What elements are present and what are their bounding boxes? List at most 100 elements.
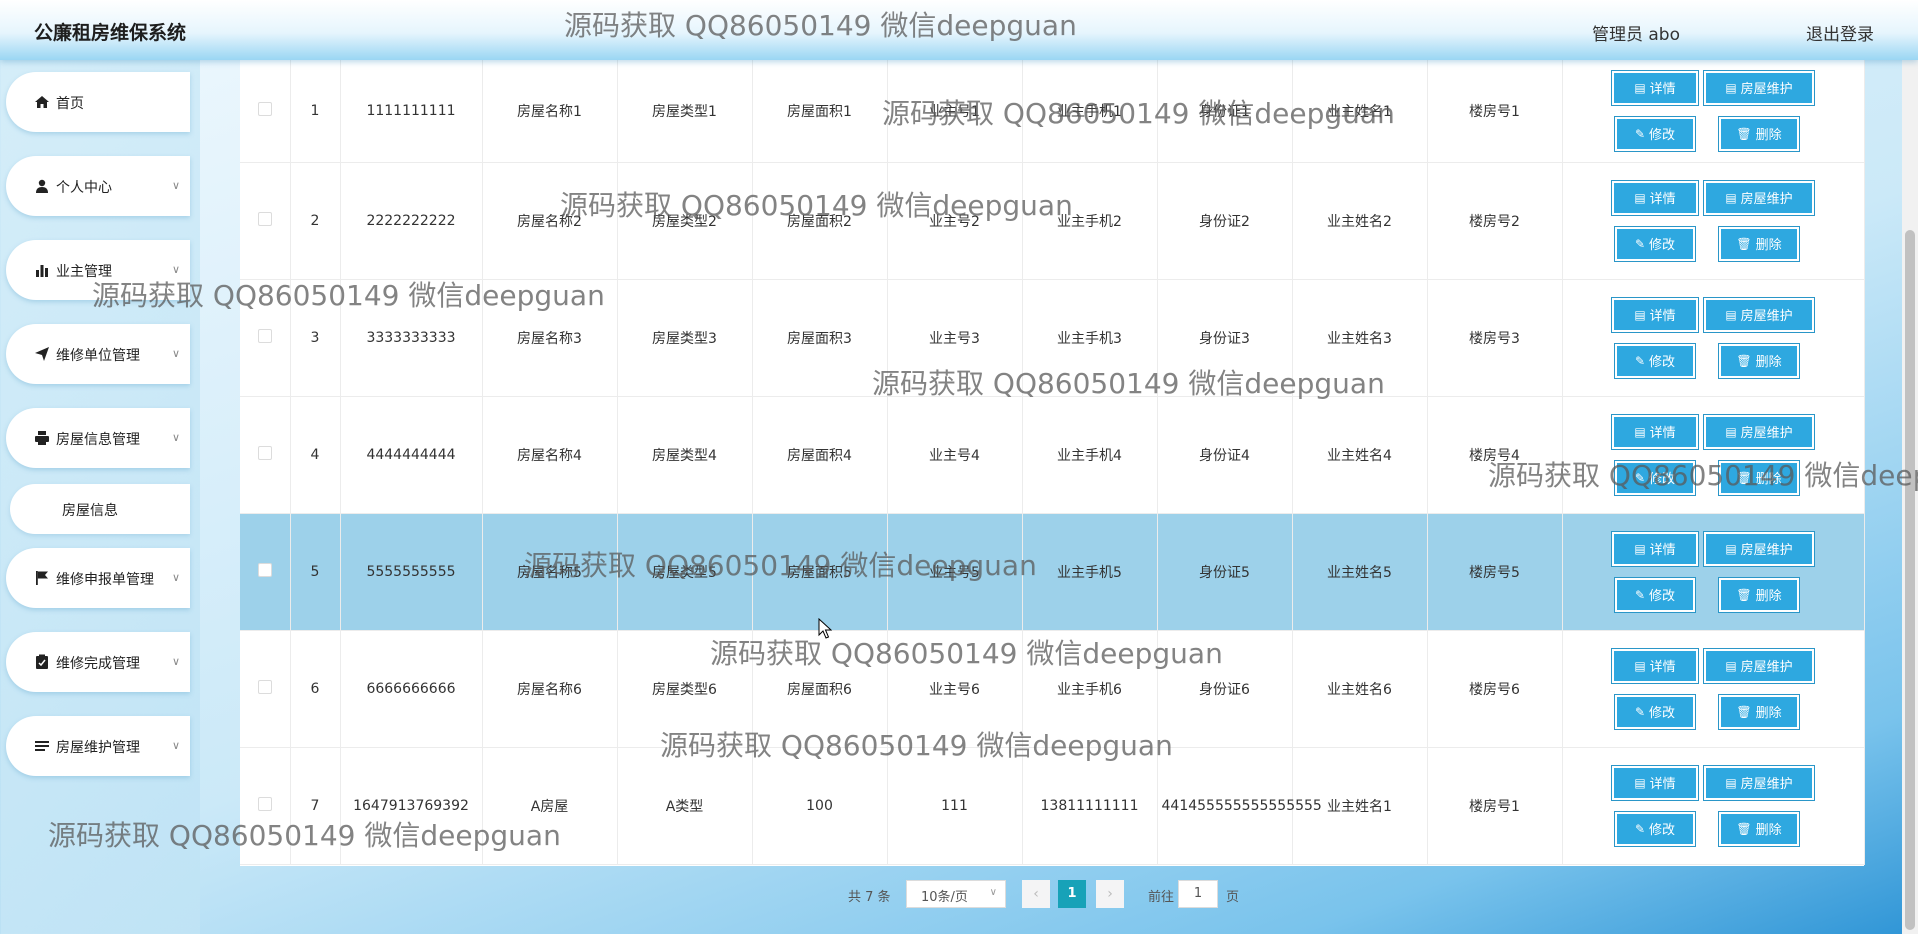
cell-id-card: 身份证5 [1157, 513, 1293, 631]
delete-button[interactable]: 🗑 删除 [1718, 693, 1800, 730]
detail-button[interactable]: ▤ 详情 [1611, 179, 1699, 216]
row-checkbox[interactable] [257, 328, 272, 343]
cell-owner-name: 业主姓名2 [1292, 162, 1428, 280]
submenu-item-house-info[interactable]: 房屋信息 [10, 484, 190, 534]
cell-building: 楼房号1 [1427, 60, 1563, 163]
house-maintenance-button[interactable]: ▤ 房屋维护 [1703, 764, 1815, 801]
document-icon: ▤ [1634, 307, 1646, 322]
cell-type: A类型 [617, 747, 753, 865]
sidebar-item-personal-center[interactable]: 个人中心 ∨ [6, 156, 190, 216]
document-icon: ▤ [1725, 541, 1737, 556]
row-checkbox[interactable] [257, 445, 272, 460]
detail-button[interactable]: ▤ 详情 [1611, 413, 1699, 450]
cell-code: 3333333333 [340, 279, 483, 397]
sidebar-item-home[interactable]: 首页 [6, 72, 190, 132]
page-number-active[interactable]: 1 [1058, 880, 1086, 908]
cell-owner-name: 业主姓名1 [1292, 60, 1428, 163]
delete-button-label: 删除 [1755, 238, 1782, 253]
edit-button[interactable]: ✎ 修改 [1614, 576, 1696, 613]
detail-button[interactable]: ▤ 详情 [1611, 764, 1699, 801]
delete-button[interactable]: 🗑 删除 [1718, 810, 1800, 847]
sidebar-item-repair-completion-management[interactable]: 维修完成管理 ∨ [6, 632, 190, 692]
mouse-cursor-icon [818, 618, 832, 639]
house-maintenance-button[interactable]: ▤ 房屋维护 [1703, 69, 1815, 106]
row-checkbox-cell [240, 60, 291, 163]
delete-button[interactable]: 🗑 删除 [1718, 225, 1800, 262]
sidebar-item-label: 房屋维护管理 [56, 740, 140, 756]
table-row[interactable]: 2 2222222222 房屋名称2 房屋类型2 房屋面积2 业主号2 业主手机2 身份证2 业… [240, 162, 1865, 280]
delete-button[interactable]: 🗑 删除 [1718, 576, 1800, 613]
cell-code: 1647913769392 [340, 747, 483, 865]
house-maintenance-button[interactable]: ▤ 房屋维护 [1703, 179, 1815, 216]
printer-icon [35, 431, 49, 445]
cell-name: 房屋名称4 [482, 396, 618, 514]
row-actions: ▤ 详情 ▤ 房屋维护 ✎ 修改 🗑 删除 [1562, 396, 1865, 514]
cell-building: 楼房号2 [1427, 162, 1563, 280]
document-icon: ▤ [1634, 541, 1646, 556]
row-checkbox[interactable] [257, 211, 272, 226]
trash-icon: 🗑 [1736, 587, 1752, 602]
edit-button[interactable]: ✎ 修改 [1614, 693, 1696, 730]
delete-button[interactable]: 🗑 删除 [1718, 342, 1800, 379]
page-scrollbar[interactable] [1902, 60, 1918, 934]
row-checkbox[interactable] [257, 562, 272, 577]
goto-page-input[interactable]: 1 [1178, 880, 1218, 908]
table-row[interactable]: 6 6666666666 房屋名称6 房屋类型6 房屋面积6 业主号6 业主手机6 身份证6 业… [240, 630, 1865, 748]
sidebar-item-house-info-management[interactable]: 房屋信息管理 ∨ [6, 408, 190, 468]
delete-button[interactable]: 🗑 删除 [1718, 459, 1800, 496]
scrollbar-thumb[interactable] [1905, 230, 1915, 930]
detail-button[interactable]: ▤ 详情 [1611, 296, 1699, 333]
sidebar-item-repair-unit-management[interactable]: 维修单位管理 ∨ [6, 324, 190, 384]
sidebar-item-owner-management[interactable]: 业主管理 ∨ [6, 240, 190, 300]
sidebar-item-repair-report-management[interactable]: 维修申报单管理 ∨ [6, 548, 190, 608]
table-row[interactable]: 7 1647913769392 A房屋 A类型 100 111 13811111111 441… [240, 747, 1865, 865]
sidebar-item-house-maintenance-management[interactable]: 房屋维护管理 ∨ [6, 716, 190, 776]
edit-button[interactable]: ✎ 修改 [1614, 225, 1696, 262]
row-checkbox[interactable] [257, 101, 272, 116]
cell-type: 房屋类型2 [617, 162, 753, 280]
edit-button-label: 修改 [1649, 128, 1676, 144]
row-checkbox-cell [240, 513, 291, 631]
cell-id-card: 身份证6 [1157, 630, 1293, 748]
edit-button[interactable]: ✎ 修改 [1614, 459, 1696, 496]
next-page-button[interactable]: › [1096, 880, 1124, 908]
house-maintenance-button[interactable]: ▤ 房屋维护 [1703, 530, 1815, 567]
cell-owner-no: 业主号2 [887, 162, 1023, 280]
table-row[interactable]: 5 5555555555 房屋名称5 房屋类型5 房屋面积5 业主号5 业主手机5 身份证5 业… [240, 513, 1865, 631]
detail-button[interactable]: ▤ 详情 [1611, 530, 1699, 567]
delete-button[interactable]: 🗑 删除 [1718, 115, 1800, 152]
cell-code: 2222222222 [340, 162, 483, 280]
edit-button-label: 修改 [1649, 823, 1676, 838]
house-maintenance-button[interactable]: ▤ 房屋维护 [1703, 647, 1815, 684]
prev-page-button[interactable]: ‹ [1022, 880, 1050, 908]
page-size-select[interactable]: 10条/页 ∨ [906, 880, 1006, 908]
cell-building: 楼房号3 [1427, 279, 1563, 397]
row-checkbox[interactable] [257, 796, 272, 811]
table-row[interactable]: 3 3333333333 房屋名称3 房屋类型3 房屋面积3 业主号3 业主手机3 身份证3 业… [240, 279, 1865, 397]
page-unit-label: 页 [1226, 890, 1240, 905]
cell-code: 5555555555 [340, 513, 483, 631]
detail-button[interactable]: ▤ 详情 [1611, 647, 1699, 684]
trash-icon: 🗑 [1736, 704, 1752, 719]
detail-button[interactable]: ▤ 详情 [1611, 69, 1699, 106]
sidebar-item-label: 房屋信息管理 [56, 432, 140, 448]
house-maintenance-button[interactable]: ▤ 房屋维护 [1703, 296, 1815, 333]
delete-button-label: 删除 [1755, 823, 1782, 838]
cell-name: 房屋名称6 [482, 630, 618, 748]
cell-area: 房屋面积3 [752, 279, 888, 397]
edit-button[interactable]: ✎ 修改 [1614, 342, 1696, 379]
row-checkbox-cell [240, 630, 291, 748]
logout-link[interactable]: 退出登录 [1806, 20, 1874, 45]
cell-building: 楼房号5 [1427, 513, 1563, 631]
cell-id-card: 身份证4 [1157, 396, 1293, 514]
edit-button[interactable]: ✎ 修改 [1614, 115, 1696, 152]
house-maintenance-button[interactable]: ▤ 房屋维护 [1703, 413, 1815, 450]
cell-owner-no: 业主号4 [887, 396, 1023, 514]
delete-button-label: 删除 [1755, 706, 1782, 721]
house-maintenance-button-label: 房屋维护 [1740, 192, 1793, 207]
edit-button[interactable]: ✎ 修改 [1614, 810, 1696, 847]
table-row[interactable]: 1 1111111111 房屋名称1 房屋类型1 房屋面积1 业主号1 业主手机1 身份证1 业… [240, 60, 1865, 163]
flag-icon [36, 571, 48, 585]
row-checkbox[interactable] [257, 679, 272, 694]
table-row[interactable]: 4 4444444444 房屋名称4 房屋类型4 房屋面积4 业主号4 业主手机4 身份证4 业… [240, 396, 1865, 514]
